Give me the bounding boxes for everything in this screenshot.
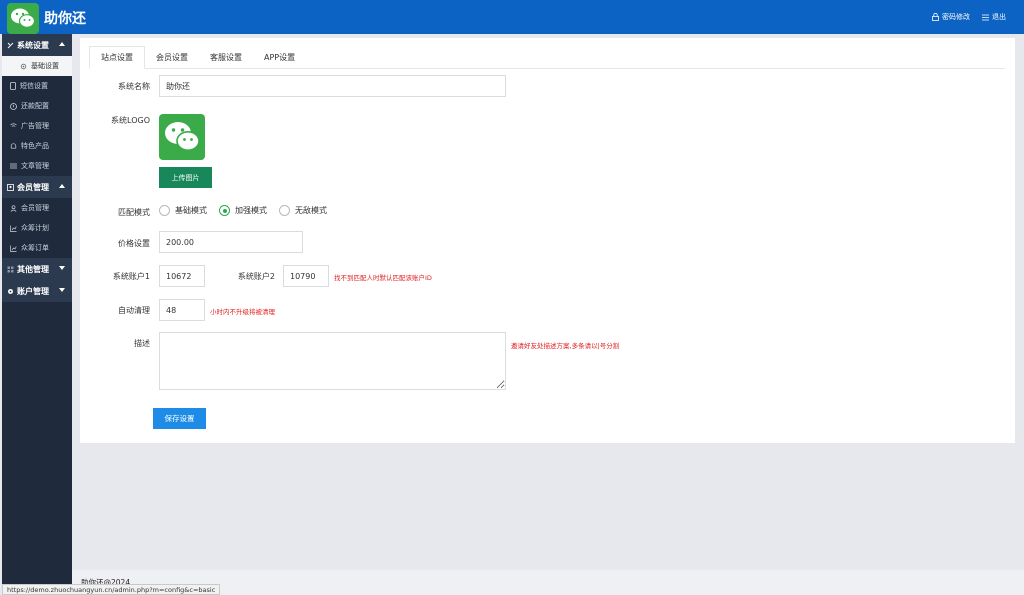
- app-title: 助你还: [44, 11, 86, 27]
- sidebar-item-repayment[interactable]: 还款配置: [2, 96, 72, 116]
- logout-link[interactable]: 退出: [982, 12, 1006, 22]
- bell-icon: [10, 142, 17, 149]
- radio-invincible-mode[interactable]: 无敌模式: [279, 205, 327, 216]
- logo-label: 系统LOGO: [111, 116, 150, 125]
- sidebar-group-members[interactable]: 会员管理: [2, 176, 72, 198]
- tab-service-settings[interactable]: 客服设置: [199, 46, 253, 69]
- account2-input[interactable]: [283, 265, 329, 287]
- description-hint: 邀请好友处描述方案,多条请以|号分割: [511, 342, 620, 350]
- radio-basic-mode[interactable]: 基础模式: [159, 205, 207, 216]
- auto-clean-hint: 小时内不升级将被清理: [210, 308, 275, 316]
- tab-member-settings[interactable]: 会员设置: [145, 46, 199, 69]
- tab-site-settings[interactable]: 站点设置: [89, 46, 145, 69]
- description-textarea[interactable]: [159, 332, 506, 390]
- match-mode-label: 匹配模式: [118, 208, 150, 217]
- chart-icon: [10, 225, 17, 232]
- sidebar-group-system[interactable]: 系统设置: [2, 34, 72, 56]
- settings-icon: [8, 288, 13, 294]
- sidebar-item-ads[interactable]: 广告管理: [2, 116, 72, 136]
- wechat-icon: [11, 8, 36, 28]
- sidebar-item-products[interactable]: 特色产品: [2, 136, 72, 156]
- sidebar-group-other[interactable]: 其他管理: [2, 258, 72, 280]
- phone-icon: [10, 82, 16, 90]
- sidebar-item-basic[interactable]: 基础设置: [2, 56, 72, 76]
- settings-panel: 站点设置 会员设置 客服设置 APP设置 系统名称 系统LOGO 上传图片 匹配…: [80, 38, 1015, 443]
- menu-icon: [982, 14, 989, 20]
- info-icon: [10, 102, 17, 110]
- wifi-icon: [10, 123, 17, 127]
- match-mode-radio-group: 基础模式 加强模式 无敌模式: [159, 205, 327, 216]
- status-bar-url: https://demo.zhuochuangyun.cn/admin.php?…: [2, 584, 221, 595]
- caret-up-icon: [59, 184, 65, 188]
- site-name-label: 系统名称: [118, 82, 150, 91]
- wechat-icon: [165, 122, 200, 151]
- account1-label: 系统账户1: [112, 272, 150, 281]
- caret-down-icon: [59, 266, 65, 270]
- sidebar-group-account[interactable]: 账户管理: [2, 280, 72, 302]
- sidebar: 系统设置 基础设置 短信设置 还款配置 广告管理 特色产品 文章管理 会员管理 …: [2, 34, 72, 595]
- sidebar-item-sms[interactable]: 短信设置: [2, 76, 72, 96]
- sidebar-item-crowdfund-orders[interactable]: 众筹订单: [2, 238, 72, 258]
- list-icon: [10, 163, 17, 169]
- save-settings-button[interactable]: 保存设置: [153, 408, 206, 429]
- radio-circle-checked[interactable]: [219, 205, 230, 216]
- gear-icon: [20, 63, 27, 69]
- account1-input[interactable]: [159, 265, 205, 287]
- sidebar-item-member-manage[interactable]: 会员管理: [2, 198, 72, 218]
- logout-label: 退出: [992, 13, 1006, 21]
- chart-icon: [10, 245, 17, 252]
- lock-icon: [932, 13, 939, 21]
- sidebar-item-articles[interactable]: 文章管理: [2, 156, 72, 176]
- site-name-input[interactable]: [159, 75, 506, 97]
- grid-icon: [7, 266, 14, 272]
- app-logo[interactable]: [7, 3, 39, 34]
- auto-clean-label: 自动清理: [118, 306, 150, 315]
- logo-preview: [159, 114, 205, 160]
- user-card-icon: [7, 183, 14, 191]
- radio-circle[interactable]: [279, 205, 290, 216]
- tab-app-settings[interactable]: APP设置: [253, 46, 306, 69]
- radio-circle[interactable]: [159, 205, 170, 216]
- tab-bar: 站点设置 会员设置 客服设置 APP设置: [89, 46, 1005, 69]
- caret-down-icon: [59, 288, 65, 292]
- auto-clean-input[interactable]: [159, 299, 205, 321]
- top-bar: 助你还 密码修改 退出: [0, 0, 1024, 34]
- radio-enhanced-mode[interactable]: 加强模式: [219, 205, 267, 216]
- upload-image-button[interactable]: 上传图片: [159, 167, 212, 188]
- account-hint: 找不到匹配人时默认匹配该账户ID: [334, 274, 432, 282]
- tools-icon: [7, 42, 14, 48]
- caret-up-icon: [59, 42, 65, 46]
- account2-label: 系统账户2: [237, 272, 275, 281]
- price-label: 价格设置: [118, 239, 150, 248]
- description-label: 描述: [134, 339, 150, 348]
- user-icon: [10, 204, 17, 212]
- change-password-label: 密码修改: [942, 13, 970, 21]
- sidebar-item-crowdfund-plan[interactable]: 众筹计划: [2, 218, 72, 238]
- price-input[interactable]: [159, 231, 303, 253]
- change-password-link[interactable]: 密码修改: [932, 12, 970, 22]
